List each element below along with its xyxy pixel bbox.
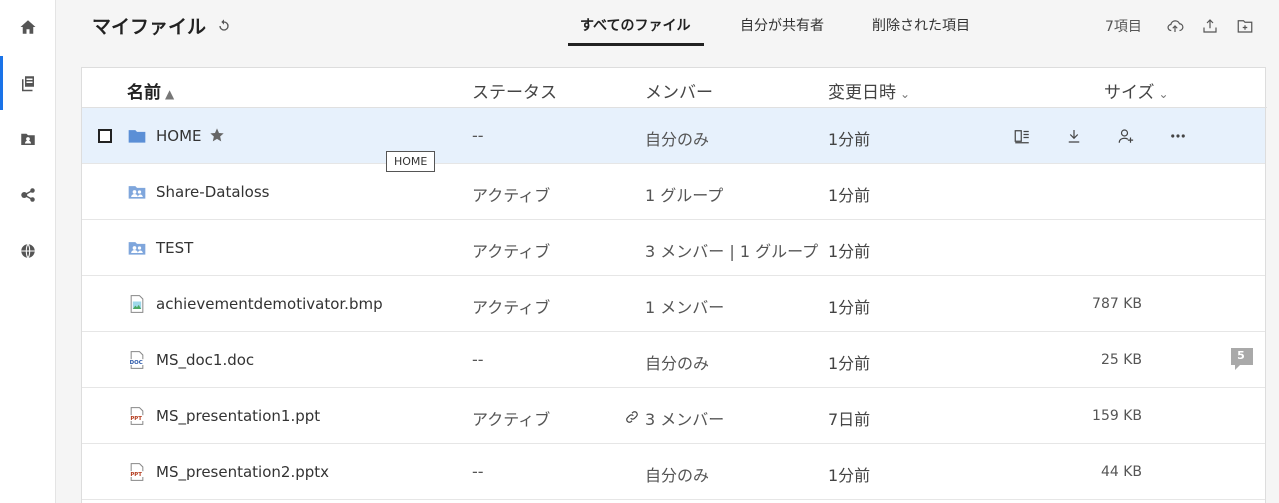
upload-icon[interactable] — [1201, 17, 1219, 35]
file-name[interactable]: HOME — [156, 127, 202, 145]
home-icon — [20, 20, 36, 34]
cloud-upload-icon[interactable] — [1166, 17, 1184, 35]
active-tab-indicator — [568, 43, 704, 46]
page-header: マイファイル すべてのファイル 自分が共有者 削除された項目 7項目 — [81, 0, 1266, 50]
sort-asc-icon: ▲ — [165, 87, 175, 101]
table-row[interactable]: HOME -- 自分のみ 1分前 — [82, 108, 1265, 164]
nav-network[interactable] — [0, 168, 56, 222]
more-options-icon[interactable] — [1169, 127, 1187, 145]
status: -- — [472, 350, 484, 369]
nav-shared[interactable] — [0, 112, 56, 166]
status: -- — [472, 126, 484, 145]
ppt-file-icon: PPT — [127, 462, 147, 482]
folder-icon — [127, 126, 147, 146]
status: -- — [472, 462, 484, 481]
refresh-icon[interactable] — [216, 18, 232, 34]
globe-icon — [21, 243, 35, 259]
file-name[interactable]: MS_doc1.doc — [156, 351, 254, 369]
new-folder-icon[interactable] — [1236, 17, 1254, 35]
members: 1 グループ — [645, 186, 724, 205]
file-name[interactable]: MS_presentation2.pptx — [156, 463, 329, 481]
table-row[interactable]: PPT MS_presentation1.ppt アクティブ 3 メンバー 7日… — [82, 388, 1265, 444]
members: 自分のみ — [645, 130, 710, 149]
star-icon[interactable] — [209, 127, 225, 143]
nav-files[interactable] — [0, 56, 56, 110]
file-table: 名前 ▲ ステータス メンバー 変更日時 ⌄ サイズ ⌄ HOME -- 自分のみ 1… — [81, 67, 1267, 503]
file-name[interactable]: TEST — [156, 239, 193, 257]
file-size: 787 KB — [1092, 296, 1142, 312]
members: 1 メンバー — [645, 298, 725, 317]
column-size[interactable]: サイズ ⌄ — [1104, 78, 1169, 103]
details-icon[interactable] — [1013, 127, 1031, 145]
file-name[interactable]: achievementdemotivator.bmp — [156, 295, 383, 313]
modified: 1分前 — [828, 354, 871, 373]
file-name[interactable]: MS_presentation1.ppt — [156, 407, 320, 425]
download-icon[interactable] — [1065, 127, 1083, 145]
status: アクティブ — [472, 242, 551, 261]
table-row[interactable]: achievementdemotivator.bmp アクティブ 1 メンバー … — [82, 276, 1265, 332]
shared-folder-icon — [21, 133, 35, 145]
modified: 1分前 — [828, 298, 871, 317]
table-row[interactable]: Share-Dataloss アクティブ 1 グループ 1分前 — [82, 164, 1265, 220]
file-size: 25 KB — [1100, 352, 1142, 368]
add-member-icon[interactable] — [1117, 127, 1135, 145]
ppt-file-icon: PPT — [127, 406, 147, 426]
nav-globe[interactable] — [0, 224, 56, 278]
status: アクティブ — [472, 298, 551, 317]
tab-shared-with-me[interactable]: 自分が共有者 — [740, 15, 824, 35]
members: 3 メンバー | 1 グループ — [645, 242, 819, 261]
shared-folder-icon — [127, 238, 147, 258]
members: 自分のみ — [645, 466, 710, 485]
filename-tooltip: HOME — [386, 151, 436, 172]
comment-count-badge[interactable]: 5 — [1230, 347, 1254, 371]
status: アクティブ — [472, 410, 551, 429]
row-checkbox[interactable] — [98, 129, 112, 143]
file-size: 44 KB — [1100, 464, 1142, 480]
left-nav — [0, 0, 56, 503]
table-row[interactable]: DOC MS_doc1.doc -- 自分のみ 1分前 25 KB 5 — [82, 332, 1265, 388]
file-size: 159 KB — [1092, 408, 1142, 424]
svg-text:PPT: PPT — [130, 472, 142, 478]
network-icon — [21, 188, 35, 202]
column-name[interactable]: 名前 ▲ — [127, 78, 174, 103]
svg-text:DOC: DOC — [130, 360, 143, 366]
file-name[interactable]: Share-Dataloss — [156, 183, 270, 201]
modified: 1分前 — [828, 130, 871, 149]
svg-text:PPT: PPT — [130, 416, 142, 422]
table-row[interactable]: PPT MS_presentation2.pptx -- 自分のみ 1分前 44… — [82, 444, 1265, 500]
chevron-down-icon: ⌄ — [900, 87, 911, 101]
nav-home[interactable] — [0, 0, 56, 54]
members: 3 メンバー — [645, 410, 725, 429]
modified: 1分前 — [828, 466, 871, 485]
shared-folder-icon — [127, 182, 147, 202]
column-modified[interactable]: 変更日時 ⌄ — [828, 78, 910, 103]
item-count: 7項目 — [1105, 19, 1142, 35]
status: アクティブ — [472, 186, 551, 205]
column-status[interactable]: ステータス — [472, 78, 557, 103]
page-title: マイファイル — [92, 16, 207, 38]
comment-count: 5 — [1237, 349, 1245, 362]
chevron-down-icon: ⌄ — [1158, 87, 1169, 101]
files-icon — [22, 76, 34, 92]
tab-deleted-items[interactable]: 削除された項目 — [872, 15, 970, 35]
members: 自分のみ — [645, 354, 710, 373]
table-row[interactable]: TEST アクティブ 3 メンバー | 1 グループ 1分前 — [82, 220, 1265, 276]
doc-file-icon: DOC — [127, 350, 147, 370]
column-member[interactable]: メンバー — [645, 78, 713, 103]
table-header: 名前 ▲ ステータス メンバー 変更日時 ⌄ サイズ ⌄ — [82, 68, 1267, 108]
modified: 1分前 — [828, 186, 871, 205]
tab-all-files[interactable]: すべてのファイル — [580, 15, 690, 35]
modified: 7日前 — [828, 410, 871, 429]
image-file-icon — [127, 294, 147, 314]
modified: 1分前 — [828, 242, 871, 261]
link-icon — [624, 409, 640, 425]
